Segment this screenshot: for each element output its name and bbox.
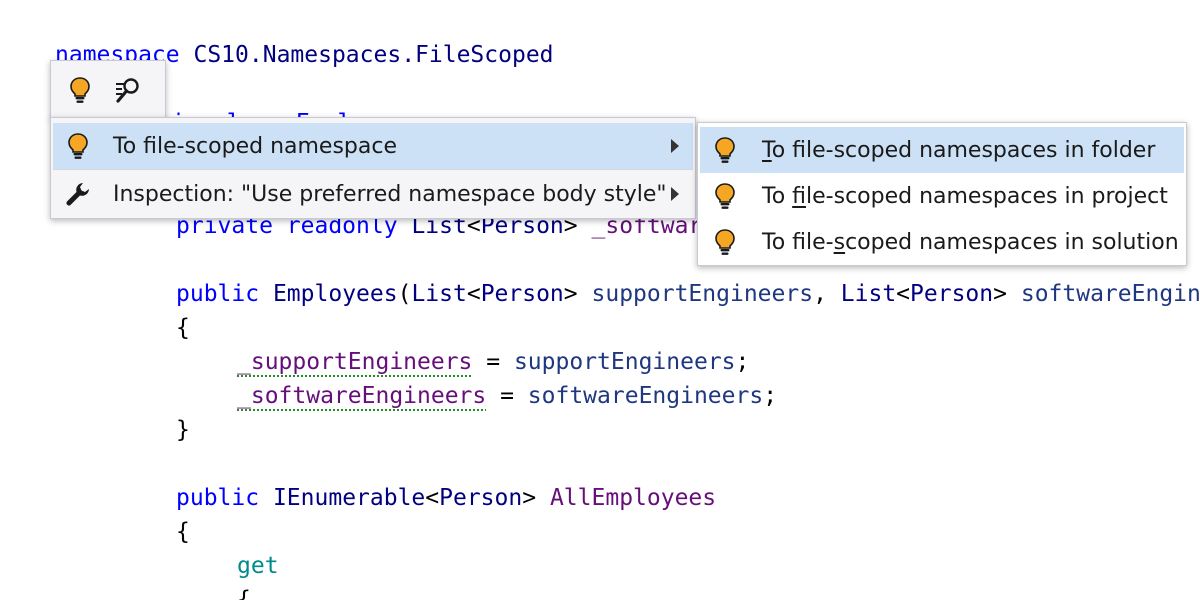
menu-item-inspection[interactable]: Inspection: "Use preferred namespace bod…: [53, 171, 693, 217]
menu-item-label: To file-scoped namespace: [113, 133, 398, 159]
chevron-right-icon: [671, 187, 679, 201]
chevron-right-icon: [671, 139, 679, 153]
context-actions-menu: To file-scoped namespace Inspection: "Us…: [50, 117, 696, 219]
submenu-item-label: To file-scoped namespaces in folder: [762, 137, 1156, 163]
code-line-assign-support: _supportEngineers = supportEngineers;: [237, 349, 750, 375]
code-line-open-brace: {: [176, 315, 190, 341]
menu-separator: [53, 169, 693, 170]
lightbulb-icon: [710, 135, 740, 165]
submenu-item-project[interactable]: To file-scoped namespaces in project: [700, 173, 1184, 219]
code-line-constructor: public Employees(List<Person> supportEng…: [176, 281, 1200, 307]
lightbulb-icon: [710, 181, 740, 211]
lightbulb-icon[interactable]: [65, 75, 95, 105]
submenu-item-solution[interactable]: To file-scoped namespaces in solution: [700, 219, 1184, 265]
code-line-getter-open-brace: {: [237, 587, 251, 600]
inspect-icon[interactable]: [113, 75, 143, 105]
code-line-property-open-brace: {: [176, 519, 190, 545]
file-scoped-namespace-submenu: To file-scoped namespaces in folder To f…: [697, 122, 1187, 266]
submenu-item-folder[interactable]: To file-scoped namespaces in folder: [700, 127, 1184, 173]
action-toolbar: [50, 60, 166, 119]
lightbulb-icon: [63, 131, 93, 161]
menu-item-to-file-scoped-namespace[interactable]: To file-scoped namespace: [53, 123, 693, 169]
code-line-getter: get: [237, 553, 279, 579]
code-line-property: public IEnumerable<Person> AllEmployees: [176, 485, 717, 511]
wrench-icon: [63, 179, 93, 209]
code-line-close-brace: }: [176, 417, 190, 443]
menu-item-label: Inspection: "Use preferred namespace bod…: [113, 181, 667, 207]
submenu-item-label: To file-scoped namespaces in project: [762, 183, 1168, 209]
code-editor[interactable]: namespace CS10.Namespaces.FileScoped pub…: [0, 0, 1200, 600]
lightbulb-icon: [710, 227, 740, 257]
code-line-assign-software: _softwareEngineers = softwareEngineers;: [237, 383, 778, 409]
submenu-item-label: To file-scoped namespaces in solution: [762, 229, 1179, 255]
